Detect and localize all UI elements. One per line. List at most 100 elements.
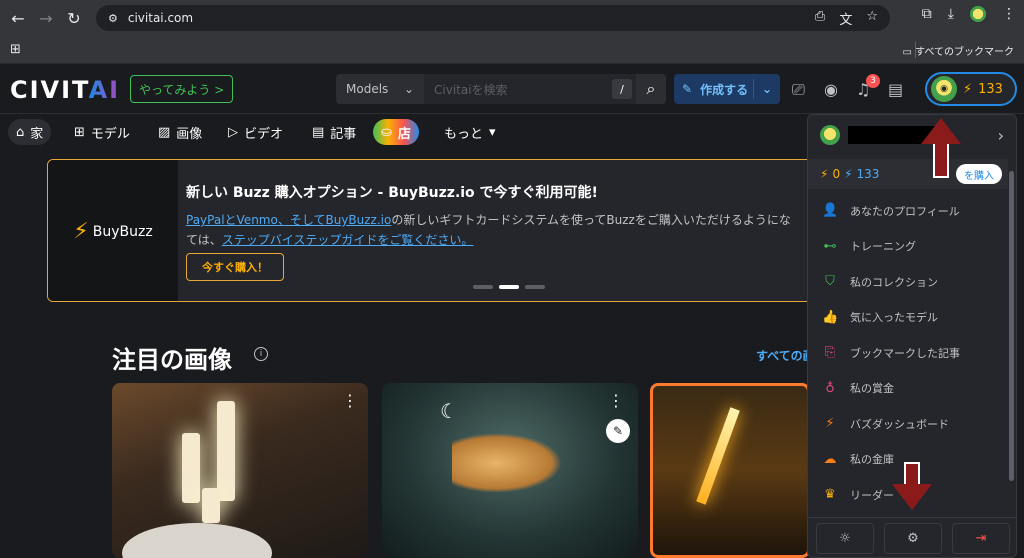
dropdown-item[interactable]: ⎘ ブックマークした記事 [808, 335, 1008, 370]
search-type-select[interactable]: Models ⌄ [336, 74, 424, 104]
carousel-dots [473, 285, 545, 289]
search-bar: Models ⌄ Civitaiを検索 / ⌕ [336, 74, 666, 104]
create-divider [753, 79, 754, 99]
guide-link[interactable]: ステップバイステップガイドをご覧ください。 [222, 233, 474, 247]
theme-toggle-icon[interactable]: ☼ [816, 523, 874, 554]
kebab-menu-icon[interactable]: ⋮ [608, 391, 624, 410]
arrow-head [892, 484, 932, 510]
buy-buzz-button[interactable]: を購入 [956, 164, 1002, 184]
nav-more[interactable]: もっと ▾ [436, 119, 504, 145]
chevron-down-icon[interactable]: ⌄ [762, 82, 772, 96]
nav-home[interactable]: ⌂ 家 [8, 119, 52, 145]
folder-icon: ▭ [902, 47, 916, 58]
dropdown-item[interactable]: 👤 あなたのプロフィール [808, 193, 1008, 228]
avatar [820, 125, 840, 145]
arrow-shaft [933, 144, 949, 178]
banner-text-1: の新しいギフトカードシステムを使ってBuzzをご購入いただけるようにな [391, 213, 791, 227]
download-icon[interactable]: ⤓ [948, 6, 954, 22]
kebab-menu-icon[interactable]: ⋮ [342, 391, 358, 410]
nav-articles-label: 記事 [330, 126, 357, 142]
buybuzz-logo: ⚡ BuyBuzz [48, 160, 178, 301]
logout-icon[interactable]: ⇥ [952, 523, 1010, 554]
remix-icon[interactable]: ✎ [606, 419, 630, 443]
bolt-icon: ⚡ [73, 219, 89, 244]
nav-shop[interactable]: ⛀ 店 [373, 119, 419, 145]
address-bar[interactable]: ⚙ civitai.com ⎙ 文 ☆ [96, 5, 890, 31]
goldfish-shape [452, 433, 562, 493]
arrow-shaft [904, 462, 920, 484]
all-bookmarks-link[interactable]: ▭ すべてのブックマーク [902, 43, 1014, 58]
star-icon[interactable]: ☆ [866, 9, 878, 28]
logo-ai-text: AI [88, 76, 121, 104]
article-bookmark-icon: ⎘ [824, 345, 836, 360]
translate-icon[interactable]: 文 [839, 9, 852, 28]
dropdown-item[interactable]: ⊷ トレーニング [808, 229, 1008, 264]
nav-articles[interactable]: ▤ 記事 [304, 119, 364, 145]
dropdown-item-label: バズダッシュボード [850, 417, 949, 431]
nav-images[interactable]: ▨ 画像 [150, 119, 210, 145]
civitai-logo[interactable]: CIVITAI [10, 76, 120, 104]
back-icon[interactable]: ← [4, 4, 32, 32]
site-info-icon[interactable]: ⚙ [108, 12, 118, 25]
grid-icon: ⊞ [74, 124, 85, 140]
image-card[interactable]: ⋮ [112, 383, 368, 558]
extensions-icon[interactable]: ⧉ [922, 6, 932, 22]
caret-down-icon: ▾ [489, 124, 496, 140]
try-button[interactable]: やってみよう > [130, 75, 234, 103]
moneybag-icon: ♁ [825, 380, 835, 396]
featured-images-title: 注目の画像 [112, 346, 232, 374]
apps-grid-icon[interactable]: ⊞ [10, 42, 21, 57]
buybuzz-brand: BuyBuzz [92, 223, 153, 240]
shopping-bag-icon: ⛀ [381, 124, 392, 140]
annotation-arrow-up [921, 118, 961, 178]
install-app-icon[interactable]: ⎙ [815, 9, 825, 28]
dropdown-item-label: ブックマークした記事 [850, 346, 960, 360]
dropdown-item[interactable]: 👍 気に入ったモデル [808, 300, 1008, 335]
bolt-icon: ⚡ [820, 167, 829, 181]
carousel-dot[interactable] [525, 285, 545, 289]
image-card[interactable]: ☾ ⋮ ✎ [382, 383, 638, 558]
menu-icon[interactable]: ⋮ [1002, 6, 1016, 22]
profile-avatar-icon[interactable] [970, 6, 986, 22]
dropdown-item[interactable]: ⚡ バズダッシュボード [808, 406, 1008, 441]
paypal-link[interactable]: PayPalとVenmo、そしてBuyBuzz.io [186, 213, 391, 227]
lamp-shape [182, 433, 200, 503]
forward-icon[interactable]: → [32, 4, 60, 32]
image-card[interactable] [650, 383, 810, 558]
eye-icon[interactable]: ◉ [824, 80, 838, 99]
see-all-link[interactable]: すべての画 [756, 347, 815, 364]
info-icon[interactable]: i [254, 347, 268, 361]
settings-gear-icon[interactable]: ⚙ [884, 523, 942, 554]
dropdown-item[interactable]: ⛉ 私のコレクション [808, 264, 1008, 299]
create-label: 作成する [700, 82, 749, 97]
search-icon[interactable]: ⌕ [636, 74, 666, 104]
nav-models[interactable]: ⊞ モデル [66, 119, 138, 145]
search-input[interactable]: Civitaiを検索 [424, 74, 636, 104]
buy-now-button[interactable]: 今すぐ購入！ [186, 253, 284, 281]
banner-text: PayPalとVenmo、そしてBuyBuzz.ioの新しいギフトカードシステム… [186, 210, 866, 250]
create-button[interactable]: ✎ 作成する ⌄ [674, 74, 780, 104]
dropdown-item[interactable]: ♁ 私の賞金 [808, 371, 1008, 406]
nav-images-label: 画像 [176, 126, 203, 142]
carousel-dot-active[interactable] [499, 285, 519, 289]
monitor-icon[interactable]: ⎚ [792, 80, 805, 100]
nav-videos[interactable]: ▷ ビデオ [220, 119, 291, 145]
bookmarks-bar: ⊞ ▭ すべてのブックマーク [0, 36, 1024, 64]
carousel-dot[interactable] [473, 285, 493, 289]
chevron-down-icon: ⌄ [403, 82, 414, 96]
arrow-head [921, 118, 961, 144]
logo-main-text: CIVIT [10, 76, 89, 104]
reload-icon[interactable]: ↻ [60, 4, 88, 32]
crown-icon: ♛ [824, 487, 836, 502]
user-menu-button[interactable]: ◉ ⚡ 133 [925, 72, 1017, 106]
article-icon: ▤ [312, 124, 325, 140]
chat-icon[interactable]: ▤ [888, 80, 903, 99]
dropdown-scrollbar[interactable] [1009, 171, 1014, 481]
nav-videos-label: ビデオ [244, 126, 284, 142]
thumb-up-icon: 👍 [822, 309, 839, 325]
nav-home-label: 家 [30, 126, 44, 142]
cloud-lock-icon: ☁ [823, 451, 837, 467]
dropdown-user-row[interactable]: › [808, 115, 1016, 155]
url-text: civitai.com [127, 11, 194, 25]
buzz-yellow-count: 0 [832, 167, 841, 181]
